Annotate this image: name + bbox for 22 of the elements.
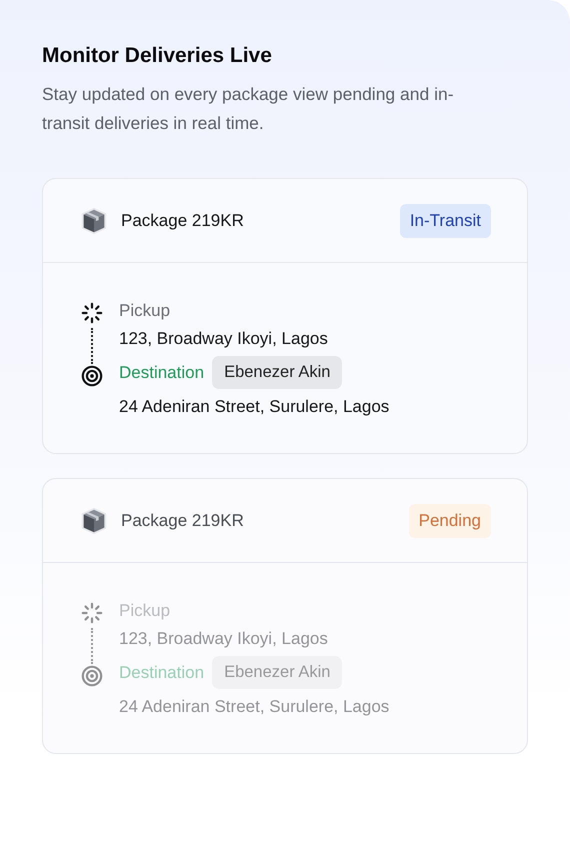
pickup-label: Pickup xyxy=(119,301,172,321)
destination-address: 24 Adeniran Street, Surulere, Lagos xyxy=(119,397,390,417)
target-icon xyxy=(81,365,103,387)
section-description: Stay updated on every package view pending and in-transit deliveries in real time. xyxy=(42,83,455,135)
section-title: Monitor Deliveries Live xyxy=(42,44,273,68)
destination-label: Destination xyxy=(119,362,204,382)
target-icon xyxy=(81,665,103,687)
pickup-address: 123, Broadway Ikoyi, Lagos xyxy=(119,329,328,349)
status-badge: In-Transit xyxy=(400,204,491,238)
recipient-tag: Ebenezer Akin xyxy=(212,656,342,689)
package-name: Package 219KR xyxy=(121,510,245,530)
route-line xyxy=(91,328,93,364)
route-line xyxy=(91,628,93,664)
destination-address: 24 Adeniran Street, Surulere, Lagos xyxy=(119,697,390,717)
loading-spinner-icon xyxy=(81,302,103,324)
status-badge: Pending xyxy=(408,504,491,538)
recipient-tag: Ebenezer Akin xyxy=(212,356,342,389)
pickup-label: Pickup xyxy=(119,601,172,621)
pickup-address: 123, Broadway Ikoyi, Lagos xyxy=(119,629,328,649)
package-name: Package 219KR xyxy=(121,210,245,230)
destination-label: Destination xyxy=(119,662,204,682)
loading-spinner-icon xyxy=(81,602,103,624)
